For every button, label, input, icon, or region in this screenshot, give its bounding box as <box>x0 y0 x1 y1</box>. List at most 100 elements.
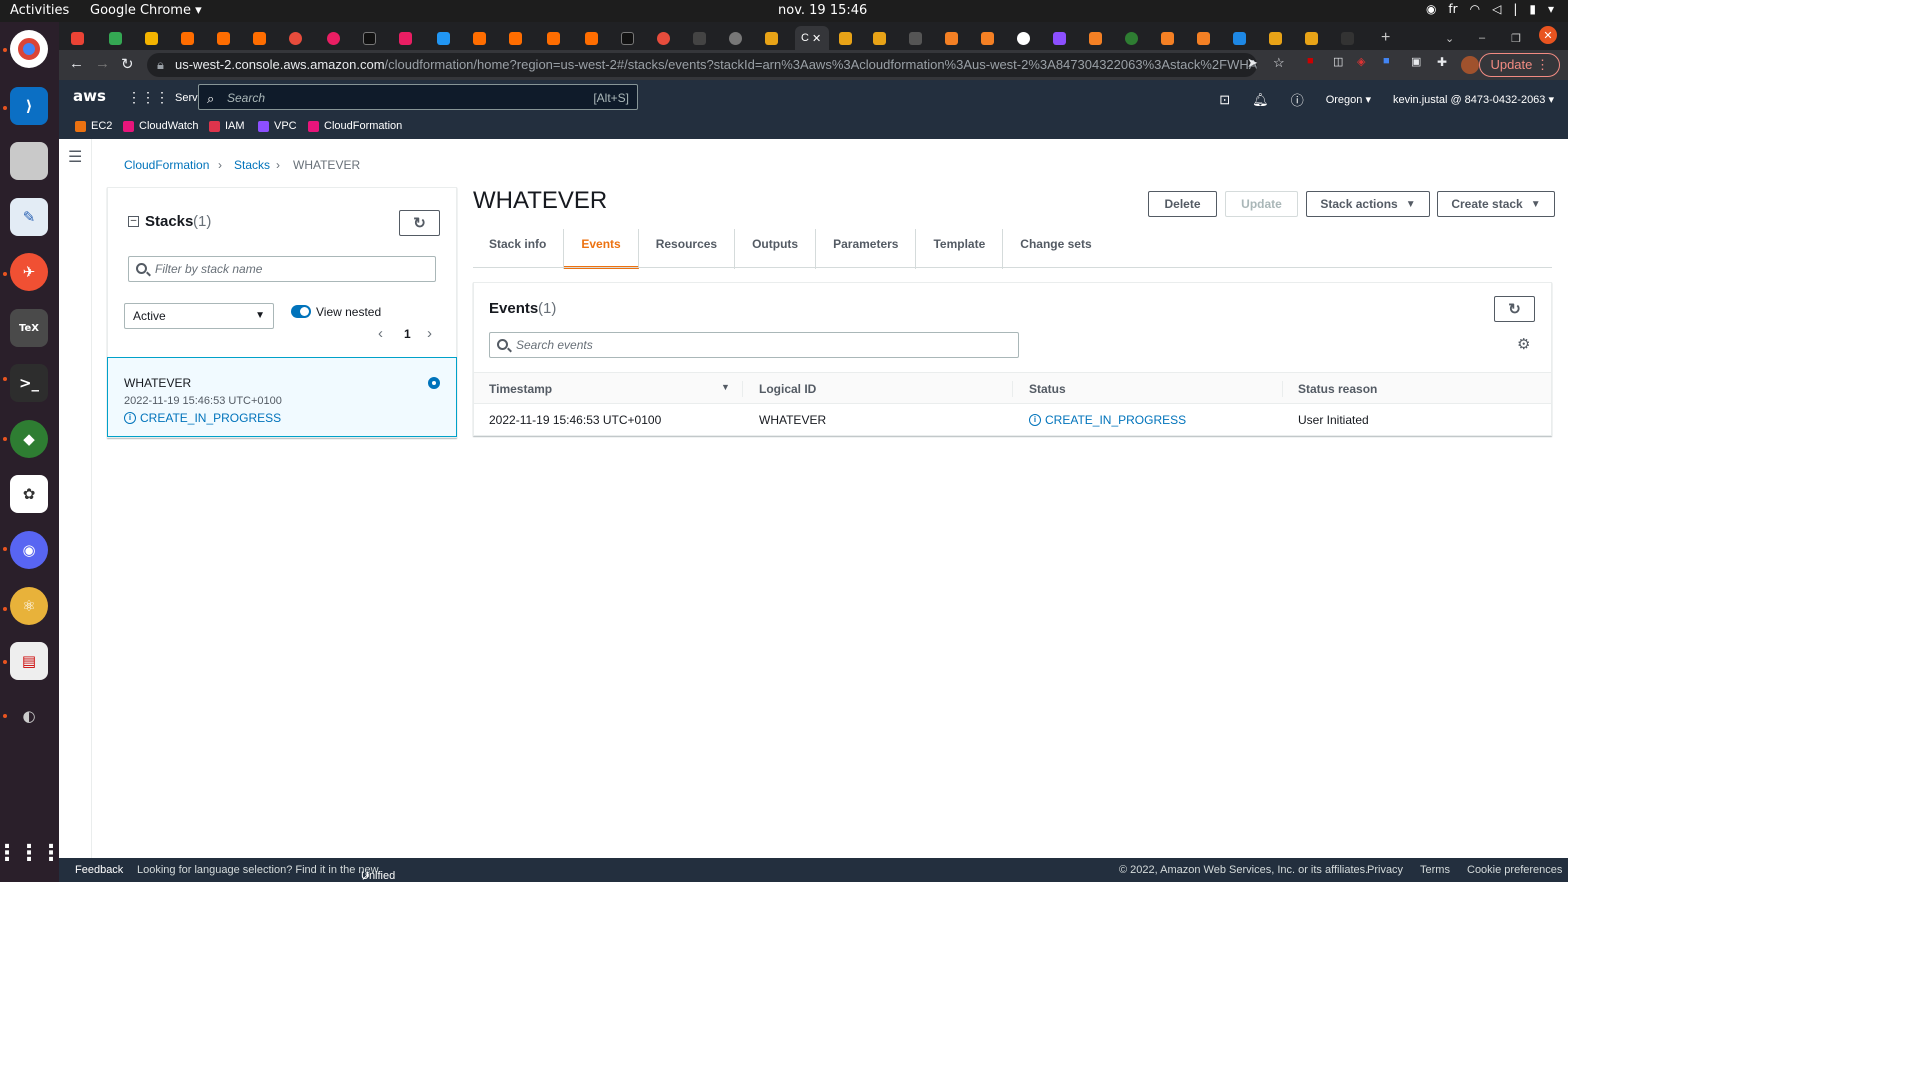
tab-outputs[interactable]: Outputs <box>735 229 817 269</box>
favorite-vpc[interactable]: VPC <box>258 120 297 132</box>
browser-tab[interactable] <box>437 26 450 50</box>
extension-icon[interactable]: ■ <box>1383 55 1390 67</box>
refresh-stacks-button[interactable]: ↻ <box>399 210 440 236</box>
feedback-link[interactable]: Feedback <box>75 864 123 876</box>
gimp-icon[interactable]: ◐ <box>10 697 48 735</box>
activities-button[interactable]: Activities <box>10 3 69 18</box>
lock-icon[interactable]: 🔒︎ <box>157 53 164 77</box>
browser-tab[interactable] <box>1233 26 1246 50</box>
bookmark-star-icon[interactable]: ☆ <box>1273 55 1285 71</box>
browser-tab[interactable] <box>547 26 560 50</box>
close-window-button[interactable]: ✕ <box>1539 26 1557 44</box>
texmaker-icon[interactable]: TeX <box>10 309 48 347</box>
region-selector[interactable]: Oregon ▾ <box>1326 93 1371 106</box>
filter-stacks-input[interactable]: Filter by stack name <box>128 256 436 282</box>
volume-icon[interactable]: ◁ <box>1492 2 1501 16</box>
col-status[interactable]: Status <box>1029 382 1066 396</box>
wifi-icon[interactable]: ◠ <box>1470 2 1480 16</box>
maximize-window-button[interactable]: ❐ <box>1511 26 1521 50</box>
browser-tab[interactable] <box>657 26 670 50</box>
browser-tab[interactable] <box>1125 26 1138 50</box>
browser-tab[interactable] <box>217 26 230 50</box>
browser-tab[interactable] <box>109 26 122 50</box>
extension-ublock-icon[interactable]: ■ <box>1307 55 1314 67</box>
favorite-cloudwatch[interactable]: CloudWatch <box>123 120 199 132</box>
browser-tab[interactable] <box>509 26 522 50</box>
discord-tray-icon[interactable]: ◉ <box>1426 2 1436 16</box>
view-nested-toggle[interactable] <box>291 305 311 318</box>
cookie-preferences-link[interactable]: Cookie preferences <box>1467 864 1562 876</box>
back-icon[interactable]: ← <box>69 55 84 72</box>
browser-tab[interactable] <box>145 26 158 50</box>
update-button[interactable]: Update <box>1225 191 1298 217</box>
browser-tab[interactable] <box>363 26 376 50</box>
page-number[interactable]: 1 <box>404 327 411 341</box>
terms-link[interactable]: Terms <box>1420 864 1450 876</box>
favorite-ec2[interactable]: EC2 <box>75 120 112 132</box>
files-icon[interactable] <box>10 142 48 180</box>
browser-tab-active[interactable]: C ✕ <box>795 26 829 50</box>
browser-tab[interactable] <box>693 26 706 50</box>
minimize-window-button[interactable]: – <box>1479 26 1485 50</box>
browser-tab[interactable] <box>1269 26 1282 50</box>
tab-stack-info[interactable]: Stack info <box>472 229 565 269</box>
browser-tab[interactable] <box>289 26 302 50</box>
chrome-update-button[interactable]: Update ⋮ <box>1479 53 1560 77</box>
privacy-link[interactable]: Privacy <box>1367 864 1403 876</box>
browser-tab[interactable] <box>873 26 886 50</box>
aws-search-input[interactable]: ⌕ Search [Alt+S] <box>198 84 638 110</box>
forward-icon[interactable]: → <box>95 55 110 72</box>
document-viewer-icon[interactable]: ▤ <box>10 642 48 680</box>
stack-list-item[interactable]: WHATEVER 2022-11-19 15:46:53 UTC+0100 iC… <box>107 357 457 437</box>
tab-search-icon[interactable]: ⌄ <box>1445 26 1454 50</box>
browser-tab[interactable] <box>1161 26 1174 50</box>
breadcrumb-stacks[interactable]: Stacks <box>234 158 270 172</box>
browser-tab[interactable] <box>981 26 994 50</box>
browser-tab[interactable] <box>1089 26 1102 50</box>
browser-tab[interactable] <box>399 26 412 50</box>
show-apps-icon[interactable]: ⋮⋮⋮ <box>0 834 62 872</box>
browser-tab[interactable] <box>909 26 922 50</box>
stack-actions-button[interactable]: Stack actions ▼ <box>1306 191 1430 217</box>
hamburger-menu-icon[interactable]: ☰ <box>68 147 82 167</box>
col-timestamp[interactable]: Timestamp <box>489 382 552 396</box>
browser-tab[interactable] <box>585 26 598 50</box>
create-stack-button[interactable]: Create stack ▼ <box>1437 191 1555 217</box>
tab-template[interactable]: Template <box>916 229 1004 269</box>
browser-tab[interactable] <box>473 26 486 50</box>
discord-icon[interactable]: ◉ <box>10 531 48 569</box>
browser-tab[interactable] <box>945 26 958 50</box>
extension-icon[interactable]: ▣ <box>1411 55 1421 68</box>
mic-icon[interactable]: | <box>1513 2 1517 16</box>
sort-desc-icon[interactable]: ▼ <box>721 382 730 392</box>
browser-tab[interactable] <box>253 26 266 50</box>
refresh-events-button[interactable]: ↻ <box>1494 296 1535 322</box>
battery-icon[interactable]: ▮ <box>1529 2 1536 16</box>
col-logical-id[interactable]: Logical ID <box>759 382 816 396</box>
browser-tab[interactable] <box>839 26 852 50</box>
extension-icon[interactable]: ◫ <box>1333 55 1343 68</box>
browser-tab[interactable] <box>1197 26 1210 50</box>
stack-radio[interactable] <box>428 377 440 389</box>
extensions-puzzle-icon[interactable]: ✚ <box>1437 55 1447 69</box>
reload-icon[interactable]: ↻ <box>121 55 134 73</box>
notifications-bell-icon[interactable]: 🔔︎ <box>1252 92 1269 108</box>
browser-tab[interactable] <box>1341 26 1354 50</box>
collapse-icon[interactable]: – <box>128 216 139 227</box>
col-status-reason[interactable]: Status reason <box>1298 382 1377 396</box>
vscode-icon[interactable]: ⟩ <box>10 87 48 125</box>
help-icon[interactable]: ⓘ <box>1291 90 1304 109</box>
new-tab-button[interactable]: + <box>1381 26 1390 50</box>
browser-tab[interactable] <box>1017 26 1030 50</box>
account-menu[interactable]: kevin.justal @ 8473-0432-2063 ▾ <box>1393 93 1554 106</box>
browser-tab[interactable] <box>71 26 84 50</box>
breadcrumb-cloudformation[interactable]: CloudFormation <box>124 158 209 172</box>
browser-tab[interactable] <box>729 26 742 50</box>
app-green-icon[interactable]: ◆ <box>10 420 48 458</box>
clock[interactable]: nov. 19 15:46 <box>778 3 867 18</box>
profile-avatar[interactable] <box>1461 56 1479 74</box>
close-tab-icon[interactable]: ✕ <box>812 32 821 45</box>
browser-tab[interactable] <box>181 26 194 50</box>
language-indicator[interactable]: fr <box>1448 2 1457 16</box>
power-menu-icon[interactable]: ▾ <box>1548 2 1554 16</box>
